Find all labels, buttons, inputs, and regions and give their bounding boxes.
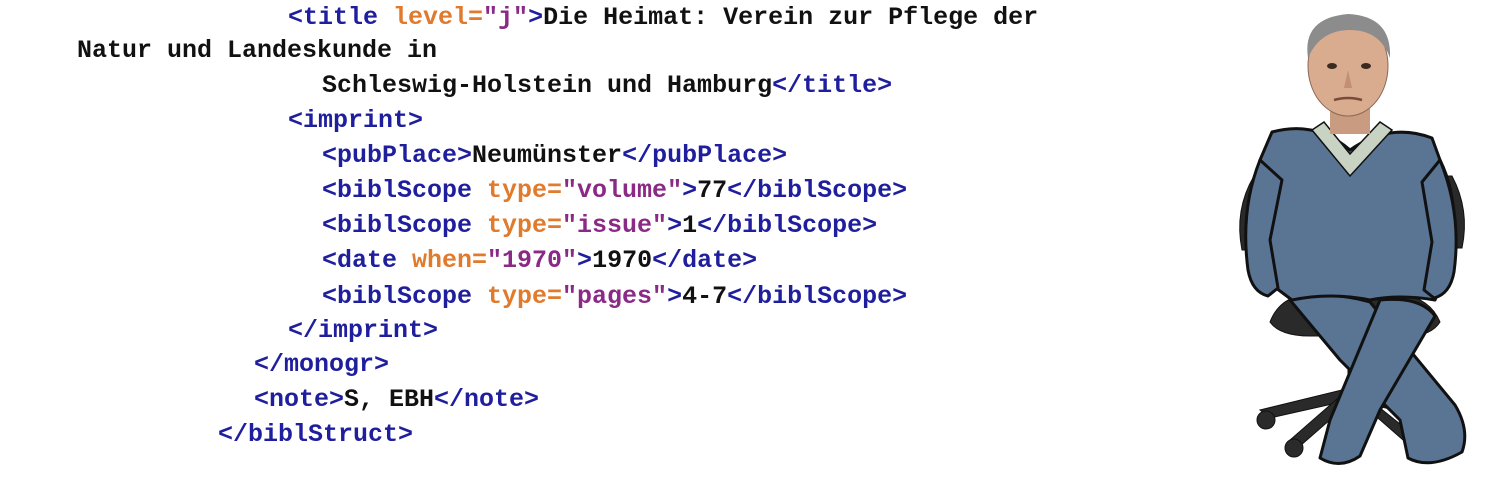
code-token-tag: </monogr> [254, 350, 390, 379]
code-token-tag: </pubPlace> [622, 141, 788, 170]
code-token-tag: <date [322, 246, 413, 275]
code-token-tag: > [682, 176, 698, 205]
code-line-1: <title level="j">Die Heimat: Verein zur … [288, 3, 1038, 33]
code-line-2: Natur und Landeskunde in [77, 36, 437, 66]
code-token-tag: </biblScope> [727, 282, 908, 311]
code-token-txt: S, EBH [344, 385, 435, 414]
code-line-6: <biblScope type="volume">77</biblScope> [322, 176, 907, 206]
code-line-5: <pubPlace>Neumünster</pubPlace> [322, 141, 787, 171]
code-token-txt: 1 [682, 211, 698, 240]
code-token-tag: > [667, 211, 683, 240]
code-token-tag: <imprint> [288, 106, 424, 135]
code-line-8: <date when="1970">1970</date> [322, 246, 757, 276]
code-token-tag: </biblScope> [697, 211, 878, 240]
code-token-tag: <biblScope [322, 176, 488, 205]
person-on-office-chair-icon [1230, 0, 1500, 500]
code-token-val: "volume" [562, 176, 683, 205]
code-token-tag: > [667, 282, 683, 311]
code-token-tag: </note> [434, 385, 540, 414]
code-token-txt: Natur und Landeskunde in [77, 36, 438, 65]
code-token-txt: 4-7 [682, 282, 728, 311]
code-token-tag: > [528, 3, 544, 32]
code-token-attr: type= [487, 282, 563, 311]
code-token-txt: Die Heimat: Verein zur Pflege der [543, 3, 1039, 32]
code-line-11: </monogr> [254, 350, 389, 380]
code-token-tag: <pubPlace> [322, 141, 473, 170]
code-token-attr: when= [412, 246, 488, 275]
code-token-txt: Neumünster [472, 141, 623, 170]
code-token-attr: type= [487, 176, 563, 205]
code-token-attr: level= [393, 3, 484, 32]
code-token-tag: </biblScope> [727, 176, 908, 205]
code-token-tag: </biblStruct> [218, 420, 414, 449]
code-line-3: Schleswig-Holstein und Hamburg</title> [322, 71, 892, 101]
code-token-tag: <note> [254, 385, 345, 414]
code-token-tag: <title [288, 3, 394, 32]
code-line-13: </biblStruct> [218, 420, 413, 450]
code-line-4: <imprint> [288, 106, 423, 136]
code-token-tag: <biblScope [322, 211, 488, 240]
code-token-txt: 77 [697, 176, 728, 205]
code-token-tag: </title> [772, 71, 893, 100]
code-line-7: <biblScope type="issue">1</biblScope> [322, 211, 877, 241]
code-token-attr: type= [487, 211, 563, 240]
code-token-val: "1970" [487, 246, 578, 275]
code-line-10: </imprint> [288, 316, 438, 346]
code-token-txt: Schleswig-Holstein und Hamburg [322, 71, 773, 100]
code-line-9: <biblScope type="pages">4-7</biblScope> [322, 282, 907, 312]
head [1307, 14, 1391, 134]
code-line-12: <note>S, EBH</note> [254, 385, 539, 415]
code-token-tag: </imprint> [288, 316, 439, 345]
code-token-txt: 1970 [592, 246, 653, 275]
code-token-tag: > [577, 246, 593, 275]
xml-code-listing: <title level="j">Die Heimat: Verein zur … [0, 0, 1230, 500]
code-token-tag: <biblScope [322, 282, 488, 311]
code-token-val: "pages" [562, 282, 668, 311]
code-token-val: "j" [483, 3, 529, 32]
code-token-tag: </date> [652, 246, 758, 275]
code-token-val: "issue" [562, 211, 668, 240]
